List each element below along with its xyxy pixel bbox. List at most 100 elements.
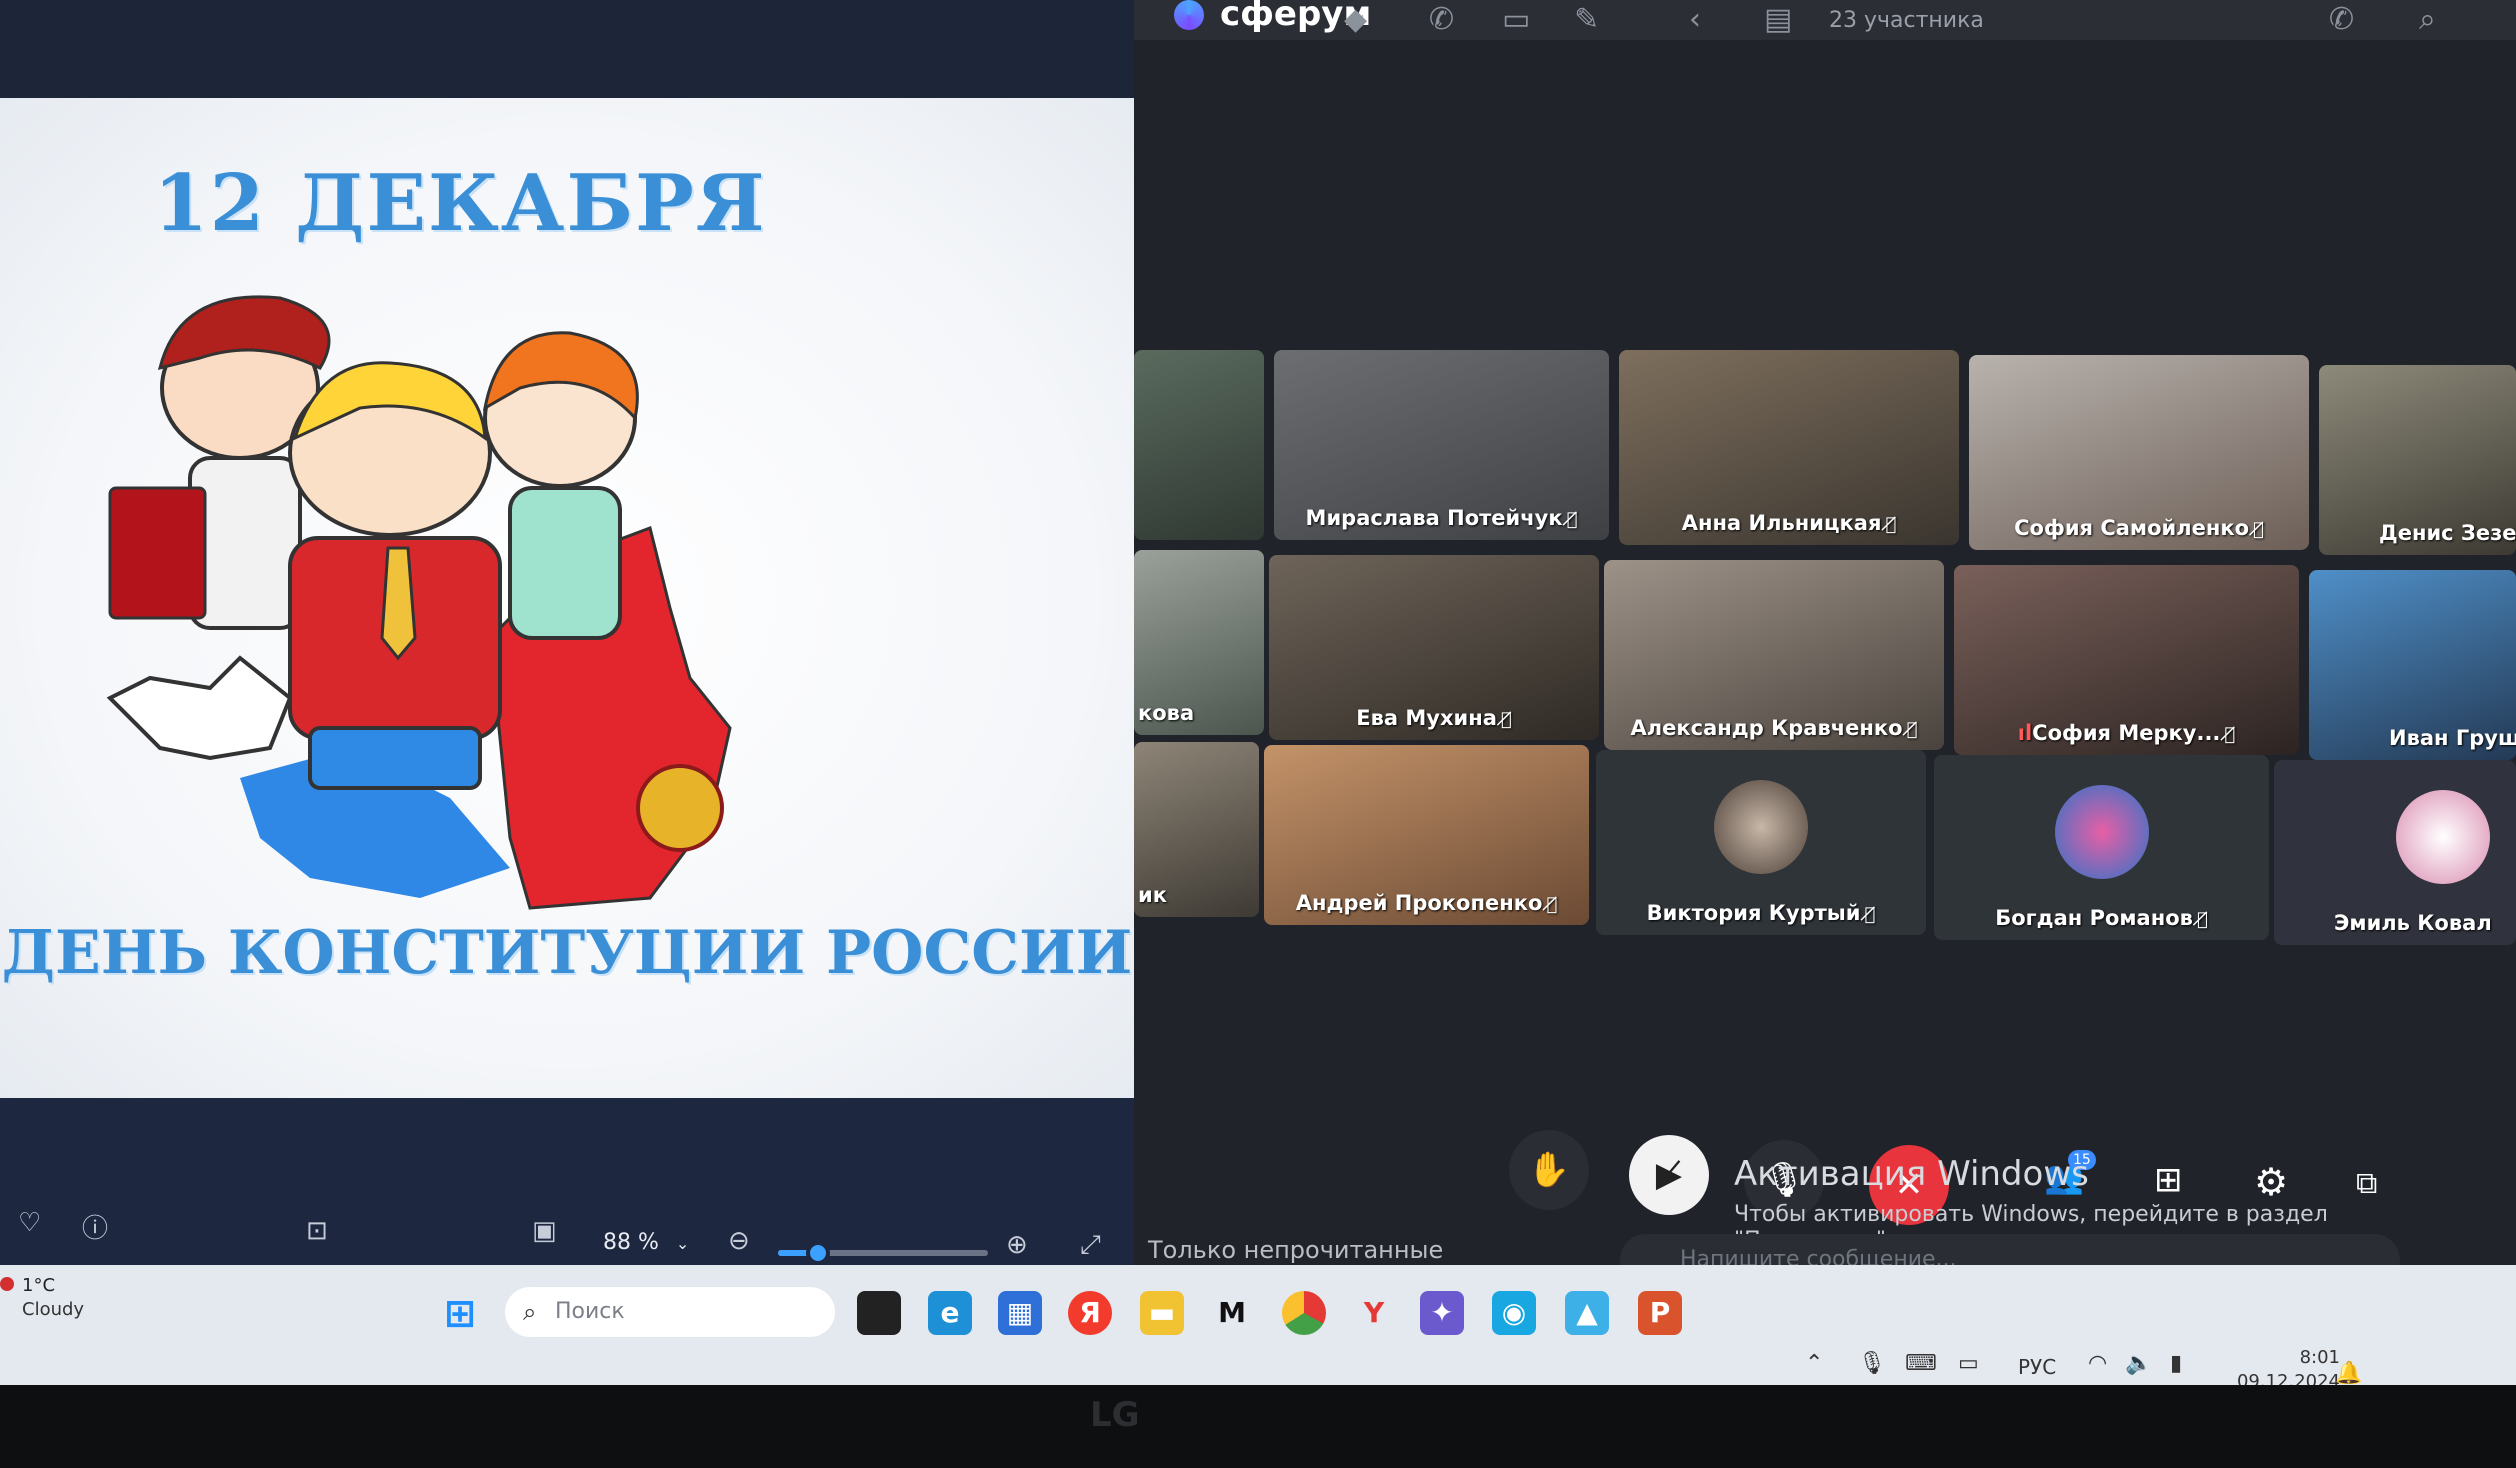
participant-name: Эмиль Ковал <box>2334 911 2492 935</box>
video-tile[interactable]: София Самойленко 🎙̸ <box>1969 355 2309 550</box>
store-icon[interactable]: ▦ <box>998 1291 1042 1335</box>
camera-toggle-button[interactable]: ▶̸ <box>1629 1135 1709 1215</box>
chat-avatar-icon: ▤ <box>1764 2 1793 37</box>
video-tile[interactable]: Богдан Романов 🎙̸ <box>1934 755 2269 940</box>
participant-name: Иван Груш <box>2389 726 2516 750</box>
hand-icon: ✋ <box>1527 1150 1571 1190</box>
heart-icon[interactable]: ♡ <box>18 1208 41 1238</box>
mic-off-icon: 🎙̸ <box>1885 514 1897 535</box>
mic-off-icon: 🎙̸ <box>1546 894 1558 915</box>
zoom-level-dropdown[interactable]: 88 % ⌄ <box>585 1222 695 1264</box>
mic-off-icon: 🎙̸ <box>1566 509 1578 530</box>
unread-only-toggle-label[interactable]: Только непрочитанные <box>1148 1236 1443 1264</box>
phone-icon[interactable]: ✆ <box>1429 2 1454 37</box>
video-tile[interactable]: Эмиль Ковал <box>2274 760 2516 945</box>
back-chevron-icon[interactable]: ‹ <box>1689 2 1701 37</box>
search-placeholder: Поиск <box>555 1299 625 1324</box>
monitor-bezel: LG <box>0 1385 2516 1468</box>
minimize-call-button[interactable]: ⧉ <box>2356 1166 2377 1201</box>
windows-start-icon[interactable]: ⊞ <box>438 1291 482 1335</box>
yandex-music-icon[interactable]: M <box>1210 1291 1254 1335</box>
search-icon[interactable]: ⌕ <box>2419 2 2436 37</box>
participant-name: Мираслава Потейчук 🎙̸ <box>1305 506 1578 530</box>
search-icon: ⌕ <box>523 1298 537 1326</box>
zoom-slider[interactable] <box>778 1241 988 1265</box>
mic-off-icon: 🎙̸ <box>2224 724 2236 745</box>
video-tile[interactable]: Денис Зезе <box>2319 365 2516 555</box>
clock-time[interactable]: 8:01 <box>2250 1347 2340 1368</box>
cartoon-children-illustration <box>106 295 732 910</box>
layout-button[interactable]: ⊞ <box>2154 1160 2183 1200</box>
call-controls: ✋ ▶̸ 🎙 ✕ 👥 15 ⊞ ⚙ ⧉ Активация Windows Чт… <box>1134 1130 2516 1253</box>
avatar <box>1714 780 1808 874</box>
fullscreen-icon[interactable]: ⤢ <box>1080 1230 1101 1261</box>
video-tile[interactable]: ılСофия Мерку... 🎙̸ <box>1954 565 2299 755</box>
avatar <box>2054 785 2149 879</box>
raise-hand-button[interactable]: ✋ <box>1509 1130 1589 1210</box>
zoom-out-icon[interactable]: ⊖ <box>728 1226 750 1256</box>
constitution-day-slide: 12 ДЕКАБРЯ ДЕНЬ КОНСТИТУЦИИ РОССИИ <box>0 98 1134 1098</box>
video-tile[interactable]: Виктория Куртый 🎙̸ <box>1596 750 1926 935</box>
call-header: сферум ◆ ✆ ▭ ✎ ‹ ▤ 23 участника ✆ ⌕ <box>1134 0 2516 40</box>
image-icon[interactable]: ▣ <box>532 1216 557 1246</box>
video-tile[interactable] <box>1134 350 1264 540</box>
tablet-icon[interactable]: ▭ <box>1958 1351 1979 1376</box>
input-language[interactable]: РУС <box>2018 1355 2056 1379</box>
grid-layout-icon: ⊞ <box>2154 1160 2183 1200</box>
participant-name: кова <box>1138 701 1195 725</box>
zoom-slider-handle[interactable] <box>806 1241 830 1265</box>
microphone-icon[interactable]: 🎙 <box>1858 1351 1886 1376</box>
edit-icon[interactable]: ✎ <box>1574 2 1599 37</box>
participant-name: Богдан Романов 🎙̸ <box>1995 906 2208 930</box>
chrome-icon[interactable] <box>1282 1291 1326 1335</box>
edge-browser-icon[interactable]: e <box>928 1291 972 1335</box>
settings-button[interactable]: ⚙ <box>2254 1160 2288 1204</box>
video-tile[interactable]: Александр Кравченко 🎙̸ <box>1604 560 1944 750</box>
sferum-logo-icon <box>1174 0 1204 30</box>
battery-icon[interactable]: ▮ <box>2170 1351 2182 1376</box>
mic-off-icon: 🎙̸ <box>1864 904 1876 925</box>
mic-off-icon: 🎙̸ <box>2196 909 2208 930</box>
file-explorer-icon[interactable]: ▬ <box>1140 1291 1184 1335</box>
screen: 12 ДЕКАБРЯ ДЕНЬ КОНСТИТУЦИИ РОССИИ ♡ ⓘ ⊡… <box>0 0 2516 1468</box>
video-tile[interactable]: кова <box>1134 550 1264 735</box>
keyboard-icon[interactable]: ⌨ <box>1905 1351 1937 1376</box>
volume-icon[interactable]: 🔈 <box>2125 1351 2152 1376</box>
monitor-brand-logo: LG <box>1090 1395 1140 1435</box>
center-boy-tie <box>380 546 417 661</box>
taskbar-search[interactable]: ⌕ Поиск <box>505 1287 835 1337</box>
zoom-in-icon[interactable]: ⊕ <box>1006 1230 1028 1260</box>
video-tile[interactable]: Андрей Прокопенко 🎙̸ <box>1264 745 1589 925</box>
call-icon[interactable]: ✆ <box>2329 2 2354 37</box>
paint-icon[interactable]: ✦ <box>1420 1291 1464 1335</box>
participants-count: 23 участника <box>1829 8 1984 33</box>
speaking-indicator-icon: ıl <box>2017 721 2033 745</box>
weather-temperature[interactable]: 1°C <box>22 1275 55 1296</box>
weather-description[interactable]: Cloudy <box>22 1299 84 1320</box>
photos-icon[interactable]: ▲ <box>1565 1291 1609 1335</box>
video-tile[interactable]: Анна Ильницкая 🎙̸ <box>1619 350 1959 545</box>
slide-date-title: 12 ДЕКАБРЯ <box>153 158 767 249</box>
participant-name: Анна Ильницкая 🎙̸ <box>1681 511 1897 535</box>
video-tile[interactable]: ик <box>1134 742 1259 917</box>
sferum-call-window: сферум ◆ ✆ ▭ ✎ ‹ ▤ 23 участника ✆ ⌕ Мира… <box>1134 0 2516 1330</box>
powerpoint-icon[interactable]: P <box>1638 1291 1682 1335</box>
notifications-icon[interactable]: 🔔 <box>2335 1361 2362 1386</box>
mic-off-icon: 🎙̸ <box>1500 709 1512 730</box>
yandex-icon[interactable]: Y <box>1352 1291 1396 1335</box>
girl-dress <box>508 486 622 640</box>
archive-icon[interactable]: ▭ <box>1502 2 1530 37</box>
info-icon[interactable]: ⓘ <box>82 1208 108 1245</box>
video-tile[interactable]: Ева Мухина 🎙̸ <box>1269 555 1599 740</box>
gear-icon: ⚙ <box>2254 1160 2289 1204</box>
yandex-browser-icon[interactable]: Я <box>1068 1291 1112 1335</box>
chevron-up-icon[interactable]: ⌃ <box>1805 1351 1823 1376</box>
sferum-app-icon[interactable]: ◉ <box>1492 1291 1536 1335</box>
video-tile[interactable]: Иван Груш <box>2309 570 2516 760</box>
face-scan-icon[interactable]: ⊡ <box>306 1216 328 1246</box>
verified-badge-icon: ◆ <box>1344 2 1368 37</box>
task-view-icon[interactable] <box>857 1291 901 1335</box>
video-tile[interactable]: Мираслава Потейчук 🎙̸ <box>1274 350 1609 540</box>
chevron-down-icon: ⌄ <box>675 1234 690 1253</box>
wifi-icon[interactable]: ◠ <box>2088 1351 2107 1376</box>
